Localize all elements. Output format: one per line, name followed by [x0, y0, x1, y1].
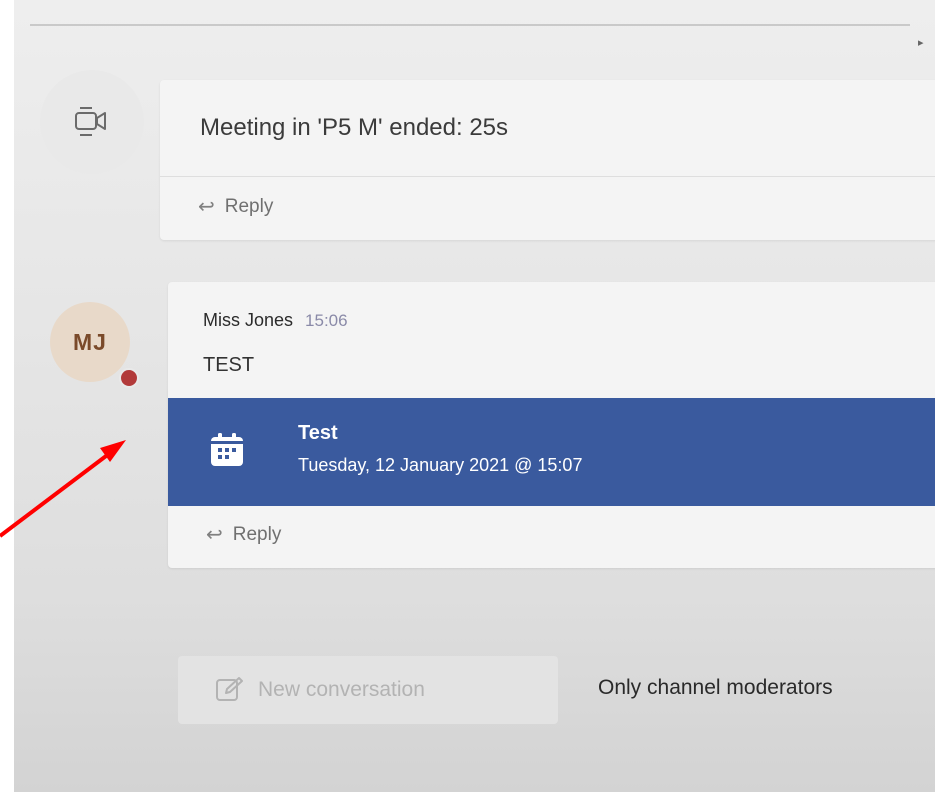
- annotation-arrow-icon: [0, 440, 126, 538]
- teams-channel-screen: ▸ Meeting in 'P5 M' ended: 25s ↩ Reply M…: [0, 0, 935, 792]
